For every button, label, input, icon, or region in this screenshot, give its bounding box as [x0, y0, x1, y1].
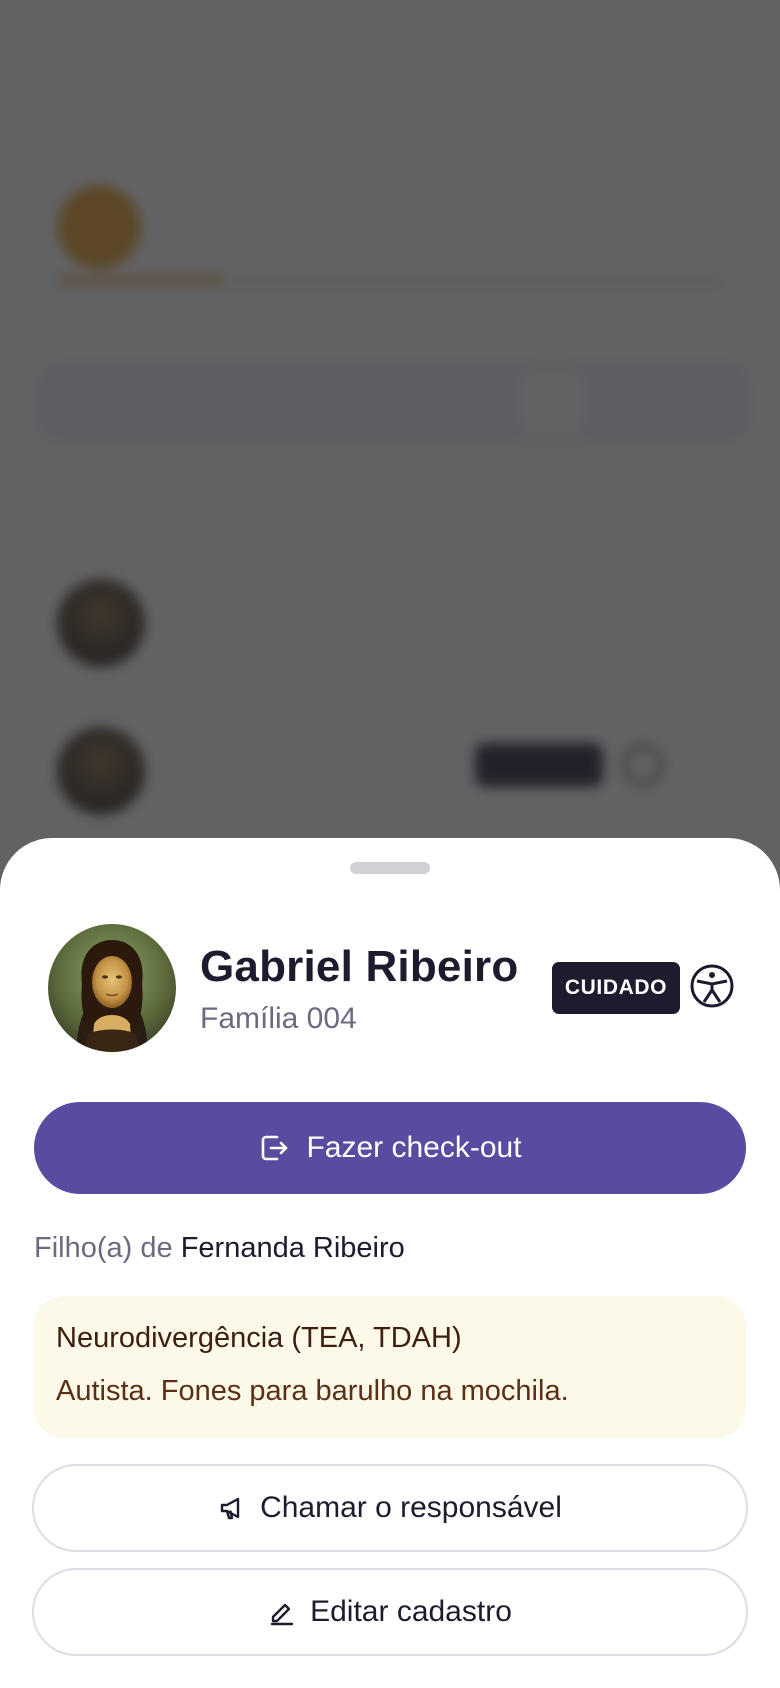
- child-detail-sheet: Gabriel Ribeiro Família 004 CUIDADO Faze…: [0, 838, 780, 1688]
- alert-body: Autista. Fones para barulho na mochila.: [56, 1375, 569, 1407]
- parent-prefix: Filho(a) de: [34, 1232, 173, 1264]
- checkout-button[interactable]: Fazer check-out: [34, 1102, 746, 1194]
- checkout-icon: [262, 1135, 288, 1161]
- edit-profile-button[interactable]: Editar cadastro: [32, 1568, 748, 1656]
- accessibility-icon: [688, 962, 736, 1010]
- avatar: [48, 924, 176, 1052]
- parent-name: Fernanda Ribeiro: [180, 1232, 405, 1264]
- child-name: Gabriel Ribeiro: [200, 942, 519, 991]
- edit-profile-label: Editar cadastro: [310, 1595, 512, 1628]
- call-guardian-button[interactable]: Chamar o responsável: [32, 1464, 748, 1552]
- megaphone-icon: [220, 1497, 240, 1520]
- call-guardian-label: Chamar o responsável: [260, 1491, 562, 1524]
- parent-info: Filho(a) de Fernanda Ribeiro: [34, 1232, 405, 1265]
- care-status-badge: CUIDADO: [552, 962, 680, 1014]
- sheet-drag-handle[interactable]: [350, 862, 430, 874]
- checkout-label: Fazer check-out: [306, 1131, 522, 1164]
- care-alert-card: Neurodivergência (TEA, TDAH) Autista. Fo…: [34, 1296, 746, 1438]
- alert-title: Neurodivergência (TEA, TDAH): [56, 1322, 462, 1354]
- child-family: Família 004: [200, 1002, 357, 1035]
- pencil-icon: [270, 1603, 294, 1626]
